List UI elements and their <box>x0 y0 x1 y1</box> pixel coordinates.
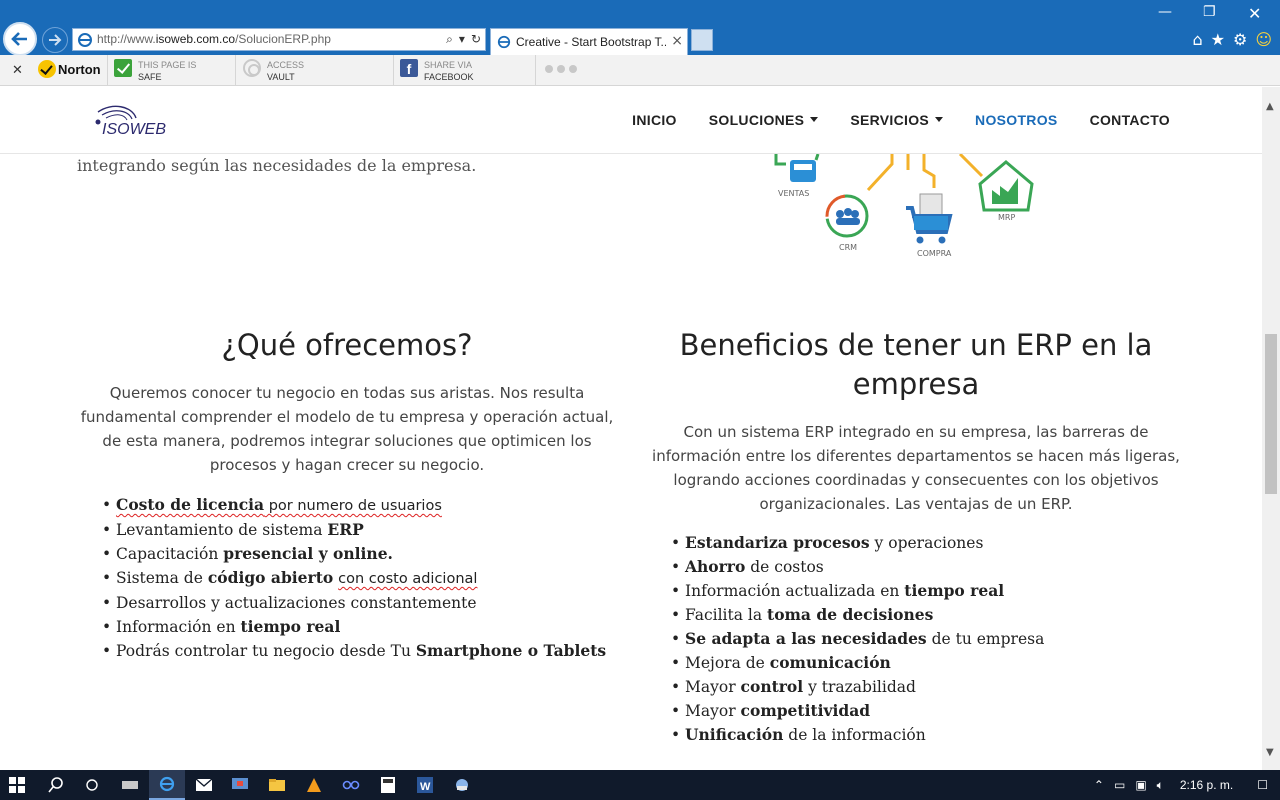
calculator-icon[interactable] <box>370 770 406 800</box>
internet-explorer-icon[interactable] <box>149 770 185 800</box>
dropdown-caret-icon <box>935 117 944 122</box>
volume-icon[interactable]: 🔈︎ <box>1157 778 1164 793</box>
list-item: Mayor competitividad <box>671 699 1191 723</box>
svg-text:ISOWEB: ISOWEB <box>102 121 166 138</box>
list-item: Mejora de comunicación <box>671 651 1191 675</box>
nav-nosotros[interactable]: NOSOTROS <box>975 112 1058 128</box>
restore-icon[interactable]: ❐ <box>1203 4 1216 20</box>
site-header: ISOWEB INICIO SOLUCIONES SERVICIOS NOSOT… <box>0 87 1262 154</box>
file-explorer-icon[interactable] <box>259 770 295 800</box>
battery-icon[interactable]: ▭ <box>1114 778 1125 792</box>
scroll-thumb[interactable] <box>1265 334 1277 494</box>
clock[interactable]: 2:16 p. m. <box>1180 778 1233 792</box>
toolbar-more-icon[interactable] <box>545 65 577 73</box>
list-item: Facilita la toma de decisiones <box>671 603 1191 627</box>
list-item: Estandariza procesos y operaciones <box>671 531 1191 555</box>
chevron-down-icon[interactable]: ▾ <box>459 32 465 47</box>
list-item: Mayor control y trazabilidad <box>671 675 1191 699</box>
back-arrow-icon <box>11 32 27 46</box>
benefits-list: Estandariza procesos y operaciones Ahorr… <box>671 531 1191 747</box>
norton-toolbar: ✕ Norton THIS PAGE IS SAFE ACCESS VAULT … <box>0 55 1280 86</box>
windows-start-icon[interactable] <box>9 777 25 793</box>
back-button[interactable] <box>3 22 37 56</box>
list-item: Desarrollos y actualizaciones constantem… <box>102 591 622 615</box>
svg-text:MRP: MRP <box>998 213 1015 222</box>
refresh-icon[interactable]: ↻ <box>471 32 481 47</box>
notifications-icon[interactable]: ☐ <box>1257 778 1268 792</box>
list-item: Sistema de código abierto con costo adic… <box>102 566 622 591</box>
smiley-feedback-icon[interactable]: ☺ <box>1255 30 1272 49</box>
fox-app-icon[interactable] <box>296 770 332 800</box>
list-item: Capacitación presencial y online. <box>102 542 622 566</box>
browser-titlebar: http://www.isoweb.com.co/SolucionERP.php… <box>0 0 1280 56</box>
list-item: Ahorro de costos <box>671 555 1191 579</box>
forward-arrow-icon <box>49 34 62 46</box>
system-tray: ⌃ ▭ ▣ 🔈︎ 2:16 p. m. ☐ <box>1094 770 1280 800</box>
tab-title: Creative - Start Bootstrap T... <box>516 35 666 49</box>
scroll-down-icon[interactable]: ▼ <box>1266 747 1274 758</box>
intro-text-tail: integrando según las necesidades de la e… <box>77 156 477 175</box>
cortana-icon[interactable] <box>74 770 110 800</box>
chevron-up-icon[interactable]: ⌃ <box>1094 778 1104 792</box>
list-item: Costo de licencia por numero de usuarios <box>102 493 622 518</box>
svg-text:VENTAS: VENTAS <box>778 189 809 198</box>
network-icon[interactable]: ▣ <box>1135 778 1146 792</box>
ventas-icon <box>790 160 816 182</box>
nav-servicios[interactable]: SERVICIOS <box>850 112 944 128</box>
settings-gear-icon[interactable]: ⚙ <box>1233 30 1247 49</box>
svg-text:W: W <box>420 781 431 793</box>
mail-icon[interactable] <box>186 770 222 800</box>
offer-title: ¿Qué ofrecemos? <box>221 328 473 362</box>
svg-text:COMPRA: COMPRA <box>917 249 952 258</box>
link-app-icon[interactable] <box>333 770 369 800</box>
ie-tab-icon <box>497 35 511 49</box>
offer-list: Costo de licencia por numero de usuarios… <box>102 493 622 663</box>
app-icon[interactable] <box>444 770 480 800</box>
remote-desktop-icon[interactable] <box>222 770 258 800</box>
tab-creative[interactable]: Creative - Start Bootstrap T... × <box>490 28 688 55</box>
benefits-title: Beneficios de tener un ERP en la empresa <box>679 328 1153 401</box>
list-item: Podrás controlar tu negocio desde Tu Sma… <box>102 639 622 663</box>
address-bar[interactable]: http://www.isoweb.com.co/SolucionERP.php… <box>72 28 486 51</box>
tab-close-icon[interactable]: × <box>671 33 683 49</box>
close-window-icon[interactable]: ✕ <box>1248 4 1261 23</box>
dropdown-caret-icon <box>810 117 819 122</box>
page-scrollbar[interactable]: ▲ ▼ <box>1262 87 1280 770</box>
minimize-icon[interactable]: — <box>1158 4 1172 20</box>
windows-taskbar: W ⌃ ▭ ▣ 🔈︎ 2:16 p. m. ☐ <box>0 770 1280 800</box>
search-taskbar-icon[interactable] <box>38 770 74 800</box>
main-nav: INICIO SOLUCIONES SERVICIOS NOSOTROS CON… <box>632 112 1170 128</box>
nav-inicio[interactable]: INICIO <box>632 112 677 128</box>
nav-contacto[interactable]: CONTACTO <box>1090 112 1170 128</box>
search-icon[interactable]: ⌕ <box>446 32 453 47</box>
svg-text:CRM: CRM <box>839 243 857 252</box>
isoweb-logo[interactable]: ISOWEB <box>92 104 176 138</box>
list-item: Información en tiempo real <box>102 615 622 639</box>
word-icon[interactable]: W <box>407 770 443 800</box>
toolbar-close-icon[interactable]: ✕ <box>12 63 23 78</box>
scroll-up-icon[interactable]: ▲ <box>1266 101 1274 112</box>
erp-modules-illustration: VENTAS CRM COMPRA MRP <box>774 154 1034 258</box>
ie-page-icon <box>78 33 92 47</box>
address-url: http://www.isoweb.com.co/SolucionERP.php <box>97 32 331 46</box>
list-item: Se adapta a las necesidades de tu empres… <box>671 627 1191 651</box>
list-item: Unificación de la información <box>671 723 1191 747</box>
list-item: Información actualizada en tiempo real <box>671 579 1191 603</box>
offer-description: Queremos conocer tu negocio en todas sus… <box>80 384 614 474</box>
nav-soluciones[interactable]: SOLUCIONES <box>709 112 819 128</box>
new-tab-button[interactable] <box>691 29 713 51</box>
benefits-description: Con un sistema ERP integrado en su empre… <box>652 423 1180 513</box>
list-item: Levantamiento de sistema ERP <box>102 518 622 542</box>
page-content: integrando según las necesidades de la e… <box>0 154 1262 770</box>
favorites-star-icon[interactable]: ★ <box>1211 30 1225 49</box>
keyboard-app-icon[interactable] <box>112 770 148 800</box>
home-icon[interactable]: ⌂ <box>1192 30 1202 49</box>
forward-button[interactable] <box>42 27 68 53</box>
